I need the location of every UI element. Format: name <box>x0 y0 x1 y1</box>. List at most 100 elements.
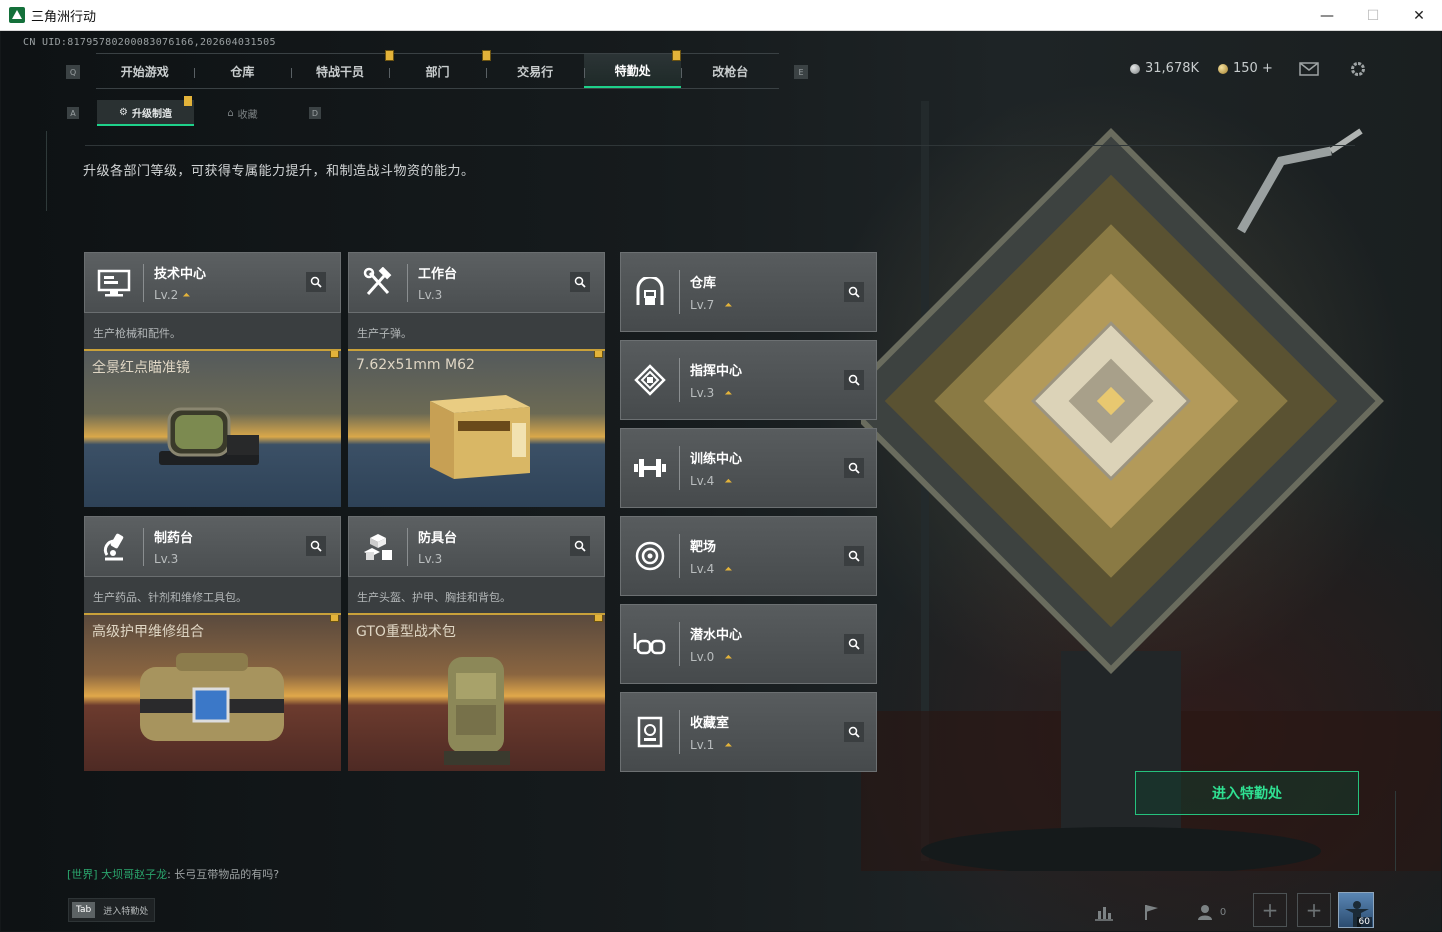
upgrade-chevron-icon: ⏶ <box>724 299 733 311</box>
close-button[interactable]: ✕ <box>1396 0 1442 31</box>
facility-name: 训练中心 <box>690 452 743 467</box>
tab-special-ops[interactable]: 特勤处 <box>583 50 682 88</box>
tab-warehouse[interactable]: 仓库 <box>193 54 292 88</box>
dumbbell-icon <box>621 428 679 508</box>
tab-label: 特战干员 <box>315 64 364 79</box>
nav-prev-key[interactable]: Q <box>66 65 80 79</box>
separator <box>407 263 408 302</box>
facility-name: 技术中心 <box>154 267 207 282</box>
goggles-icon <box>621 604 679 684</box>
search-icon[interactable] <box>844 634 864 654</box>
microscope-icon <box>85 516 143 577</box>
chat-user[interactable]: 大坝哥赵子龙 <box>101 868 167 881</box>
silver-coin-icon <box>1130 63 1140 74</box>
settings-gear-icon[interactable] <box>1347 59 1369 79</box>
player-level: 60 <box>1356 917 1372 927</box>
separator <box>407 527 408 566</box>
crafting-slot[interactable]: 7.62x51mm M62 <box>348 349 605 507</box>
search-icon[interactable] <box>570 272 590 292</box>
upgrade-chevron-icon: ⏶ <box>724 739 733 751</box>
tab-gunsmith[interactable]: 改枪台 <box>681 54 779 88</box>
gold-currency[interactable]: 150 + <box>1218 61 1273 76</box>
facility-card-command[interactable]: 指挥中心 Lv.3 ⏶ <box>620 340 877 420</box>
minimize-button[interactable]: — <box>1304 0 1350 31</box>
search-icon[interactable] <box>306 536 326 556</box>
tab-shortcut-hint[interactable]: Tab 进入特勤处 <box>68 898 156 922</box>
card-header[interactable]: 制药台 Lv.3 <box>84 516 341 577</box>
tab-department[interactable]: 部门 <box>388 50 492 88</box>
facility-name: 工作台 <box>418 267 458 282</box>
production-card-tech-center[interactable]: 技术中心 Lv.2 ⏶ 生产枪械和配件。 全景红点瞄准镜 <box>84 252 341 507</box>
subtab-collection[interactable]: ⌂ 收藏 <box>194 100 291 126</box>
separator <box>679 446 680 490</box>
crafting-item-name: GTO重型战术包 <box>356 624 456 640</box>
production-card-armor-bench[interactable]: 防具台 Lv.3 生产头盔、护甲、胸挂和背包。 GTO重型战术包 <box>348 516 605 771</box>
separator <box>143 527 144 566</box>
facility-name: 靶场 <box>690 540 717 555</box>
silver-currency[interactable]: 31,678K <box>1130 61 1199 76</box>
search-icon[interactable] <box>844 546 864 566</box>
search-icon[interactable] <box>844 370 864 390</box>
crafting-slot[interactable]: 全景红点瞄准镜 <box>84 349 341 507</box>
subtab-upgrade-craft[interactable]: ⚙ 升级制造 <box>97 96 194 126</box>
tab-start-game[interactable]: 开始游戏 <box>96 54 194 88</box>
player-avatar[interactable]: 60 <box>1338 892 1374 928</box>
facility-level: Lv.0 <box>690 650 715 664</box>
facility-level: Lv.3 <box>690 386 715 400</box>
stats-chart-icon[interactable] <box>1089 897 1119 927</box>
crafting-item-name: 7.62x51mm M62 <box>356 357 475 373</box>
facility-level: Lv.7 <box>690 298 715 312</box>
subnav-next-key[interactable]: D <box>309 107 321 119</box>
facility-card-shooting-range[interactable]: 靶场 Lv.4 ⏶ <box>620 516 877 596</box>
enter-special-ops-button[interactable]: 进入特勤处 <box>1135 771 1359 815</box>
tactical-backpack-image <box>444 657 510 765</box>
search-icon[interactable] <box>570 536 590 556</box>
search-icon[interactable] <box>844 722 864 742</box>
nav-next-key[interactable]: E <box>794 65 808 79</box>
warehouse-icon <box>621 252 679 332</box>
chat-message[interactable]: [世界] 大坝哥赵子龙: 长弓互带物品的有吗? <box>67 866 279 882</box>
card-header[interactable]: 防具台 Lv.3 <box>348 516 605 577</box>
search-icon[interactable] <box>844 282 864 302</box>
cubes-icon <box>349 516 407 577</box>
notification-dot <box>330 615 339 622</box>
facility-name: 指挥中心 <box>690 364 743 379</box>
tab-label: 改枪台 <box>712 64 749 79</box>
facility-name: 潜水中心 <box>690 628 743 643</box>
flag-icon[interactable] <box>1137 897 1167 927</box>
app-logo-icon <box>9 7 25 23</box>
window-titlebar: 三角洲行动 — ☐ ✕ <box>0 0 1442 31</box>
upgrade-gear-icon: ⚙ <box>119 106 128 118</box>
facility-card-warehouse[interactable]: 仓库 Lv.7 ⏶ <box>620 252 877 332</box>
production-card-pharmacy[interactable]: 制药台 Lv.3 生产药品、针剂和维修工具包。 高级护甲维修组合 <box>84 516 341 771</box>
mail-icon[interactable] <box>1298 59 1320 79</box>
facility-level: Lv.3 <box>418 552 443 566</box>
crafting-slot[interactable]: 高级护甲维修组合 <box>84 613 341 771</box>
production-card-workbench[interactable]: 工作台 Lv.3 生产子弹。 7.62x51mm M62 <box>348 252 605 507</box>
tab-trading[interactable]: 交易行 <box>486 54 584 88</box>
subnav-prev-key[interactable]: A <box>67 107 79 119</box>
card-header[interactable]: 工作台 Lv.3 <box>348 252 605 313</box>
search-icon[interactable] <box>306 272 326 292</box>
add-teammate-button[interactable]: + <box>1253 893 1287 927</box>
search-icon[interactable] <box>844 458 864 478</box>
red-dot-sight-image <box>159 407 259 465</box>
maximize-button[interactable]: ☐ <box>1350 0 1396 31</box>
monitor-icon <box>85 252 143 313</box>
machine-background-art <box>861 101 1441 871</box>
tab-operators[interactable]: 特战干员 <box>291 50 394 88</box>
subtab-label: 升级制造 <box>131 108 172 120</box>
facility-level: Lv.1 <box>690 738 715 752</box>
crafting-slot[interactable]: GTO重型战术包 <box>348 613 605 771</box>
friends-icon[interactable]: 0 <box>1194 897 1230 927</box>
facility-card-training[interactable]: 训练中心 Lv.4 ⏶ <box>620 428 877 508</box>
add-teammate-button[interactable]: + <box>1297 893 1331 927</box>
facility-card-diving[interactable]: 潜水中心 Lv.0 ⏶ <box>620 604 877 684</box>
card-header[interactable]: 技术中心 Lv.2 ⏶ <box>84 252 341 313</box>
tab-label: 交易行 <box>517 64 554 79</box>
subtab-label: 收藏 <box>237 109 258 121</box>
chat-text: : 长弓互带物品的有吗? <box>167 868 280 881</box>
notification-dot <box>184 96 192 106</box>
game-viewport: CN UID:817957802000830761​66,20260403150… <box>1 31 1441 931</box>
facility-card-collection-room[interactable]: 收藏室 Lv.1 ⏶ <box>620 692 877 772</box>
